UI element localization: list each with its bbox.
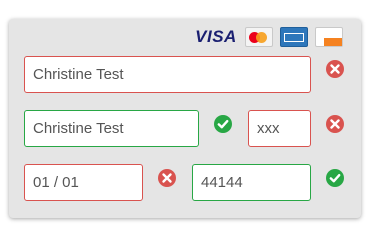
card-name-input[interactable]: Christine Test bbox=[24, 110, 199, 147]
card-brand-logos: VISA bbox=[187, 27, 343, 47]
full-name-value: Christine Test bbox=[33, 66, 124, 83]
x-circle-icon bbox=[326, 60, 344, 78]
full-name-input[interactable]: Christine Test bbox=[24, 56, 311, 93]
x-circle-icon bbox=[326, 115, 344, 133]
mastercard-logo bbox=[245, 27, 273, 47]
discover-logo bbox=[315, 27, 343, 47]
zip-value: 44144 bbox=[201, 174, 243, 191]
expiry-value: 01 / 01 bbox=[33, 174, 79, 191]
payment-card-panel: VISA Christine Test Christine Test xxx 0… bbox=[9, 19, 361, 218]
amex-logo bbox=[280, 27, 308, 47]
cvv-input[interactable]: xxx bbox=[248, 110, 311, 147]
x-circle-icon bbox=[158, 169, 176, 187]
check-circle-icon bbox=[326, 169, 344, 187]
card-name-value: Christine Test bbox=[33, 120, 124, 137]
check-circle-icon bbox=[214, 115, 232, 133]
visa-logo: VISA bbox=[194, 27, 238, 47]
expiry-input[interactable]: 01 / 01 bbox=[24, 164, 143, 201]
zip-input[interactable]: 44144 bbox=[192, 164, 311, 201]
visa-logo-text: VISA bbox=[195, 27, 237, 46]
cvv-value: xxx bbox=[257, 120, 280, 137]
